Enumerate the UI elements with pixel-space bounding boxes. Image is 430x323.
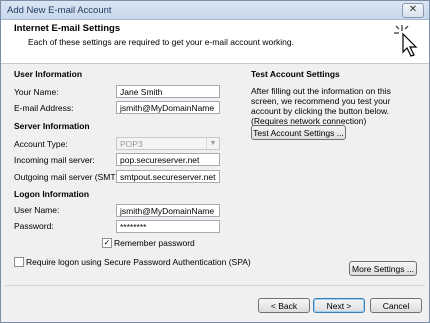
remember-password-checkbox[interactable]: ✓ [102,238,112,248]
password-input[interactable]: ******** [116,220,220,233]
username-label: User Name: [14,205,60,215]
outgoing-server-input[interactable]: smtpout.secureserver.net [116,170,220,183]
spa-checkbox[interactable] [14,257,24,267]
page-header: Internet E-mail Settings Each of these s… [1,20,429,64]
incoming-server-label: Incoming mail server: [14,155,95,165]
incoming-server-input[interactable]: pop.secureserver.net [116,153,220,166]
header-subtitle: Each of these settings are required to g… [28,37,295,47]
your-name-input[interactable]: Jane Smith [116,85,220,98]
next-button[interactable]: Next > [313,298,365,313]
close-icon: ✕ [408,4,418,15]
back-button[interactable]: < Back [258,298,310,313]
account-type-label: Account Type: [14,139,68,149]
remember-password-label[interactable]: Remember password [114,238,195,248]
title-bar: Add New E-mail Account ✕ [1,1,429,20]
spa-label[interactable]: Require logon using Secure Password Auth… [26,257,251,267]
account-type-select: POP3 ▼ [116,137,220,150]
outgoing-server-label: Outgoing mail server (SMTP): [14,172,127,182]
cursor-sparkle-icon [394,25,418,57]
footer-divider [5,285,425,286]
username-input[interactable]: jsmith@MyDomainName [116,204,220,217]
header-title: Internet E-mail Settings [14,23,121,34]
test-settings-heading: Test Account Settings [251,69,340,79]
logon-info-heading: Logon Information [14,189,90,199]
add-email-account-window: Add New E-mail Account ✕ Internet E-mail… [0,0,430,323]
test-account-settings-button[interactable]: Test Account Settings ... [251,125,346,140]
window-title: Add New E-mail Account [7,5,112,16]
close-button[interactable]: ✕ [402,3,424,18]
email-address-input[interactable]: jsmith@MyDomainName [116,101,220,114]
your-name-label: Your Name: [14,87,59,97]
server-info-heading: Server Information [14,121,90,131]
account-type-value: POP3 [120,139,143,149]
chevron-down-icon: ▼ [206,138,219,149]
email-address-label: E-mail Address: [14,103,74,113]
user-info-heading: User Information [14,69,83,79]
test-settings-description: After filling out the information on thi… [251,86,391,126]
more-settings-button[interactable]: More Settings ... [349,261,417,276]
checkmark-icon: ✓ [103,238,111,247]
password-label: Password: [14,221,54,231]
cancel-button[interactable]: Cancel [370,298,422,313]
